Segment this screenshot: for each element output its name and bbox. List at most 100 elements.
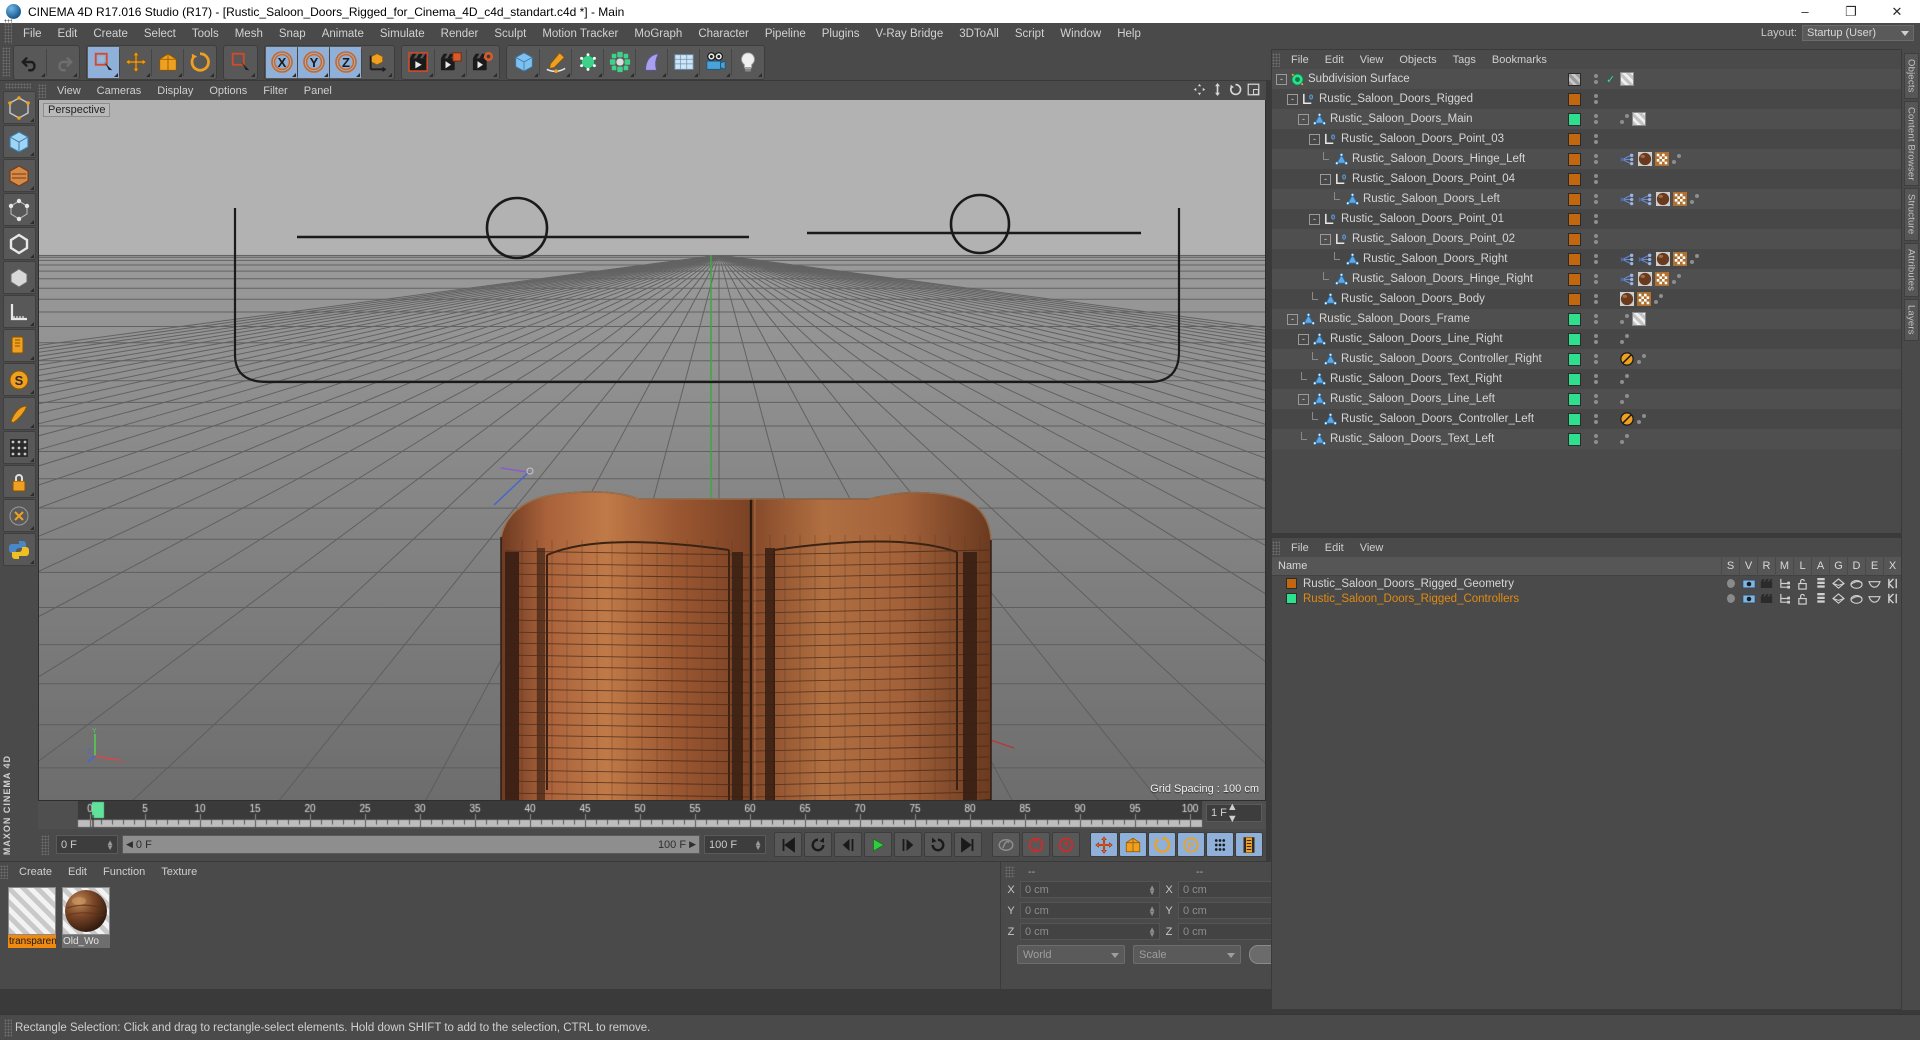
- layer-color-chip[interactable]: [1568, 92, 1581, 106]
- visibility-dots[interactable]: [1594, 214, 1598, 224]
- lock-icon[interactable]: [7, 470, 31, 494]
- rotation-key-icon[interactable]: [1153, 836, 1171, 854]
- expander-toggle[interactable]: -: [1298, 333, 1309, 345]
- object-row[interactable]: Rustic_Saloon_Doors_Body: [1272, 289, 1901, 309]
- scale-key-icon[interactable]: [1124, 836, 1142, 854]
- layer-color-chip[interactable]: [1568, 312, 1581, 326]
- layer-color-chip[interactable]: [1568, 252, 1581, 266]
- lock-open-icon[interactable]: [1793, 576, 1811, 591]
- point-level-anim-icon[interactable]: [1211, 836, 1229, 854]
- right-tab-layers[interactable]: Layers: [1903, 298, 1919, 341]
- texture-mode-icon[interactable]: [7, 164, 31, 188]
- constraint-tag-icon[interactable]: [1620, 273, 1635, 286]
- python-console-button[interactable]: [2, 533, 36, 566]
- visibility-dots[interactable]: [1594, 254, 1598, 264]
- menu-create[interactable]: Create: [85, 26, 136, 42]
- flyout-corner-icon[interactable]: [29, 492, 34, 496]
- visibility-dots[interactable]: [1594, 134, 1598, 144]
- world-coordinate-button[interactable]: [362, 47, 393, 78]
- timeline-scrubber[interactable]: ◀ 0 F 100 F ▶: [122, 835, 700, 854]
- maximize-view-icon[interactable]: [1247, 83, 1260, 96]
- prev-key-icon[interactable]: [809, 836, 827, 854]
- flyout-corner-icon[interactable]: [29, 254, 34, 258]
- viewport-menu-filter[interactable]: Filter: [255, 84, 295, 98]
- layer-color-chip[interactable]: [1568, 112, 1581, 126]
- move-icon[interactable]: [124, 51, 147, 73]
- material-tag-icon[interactable]: [1638, 272, 1652, 286]
- layer-rows[interactable]: Rustic_Saloon_Doors_Rigged_Geometry Rusti…: [1272, 576, 1901, 606]
- layer-name-cell[interactable]: Rustic_Saloon_Doors_Rigged_Controllers: [1272, 593, 1721, 605]
- object-menu-edit[interactable]: Edit: [1317, 53, 1352, 67]
- layer-column-m[interactable]: M: [1775, 556, 1793, 576]
- current-frame-field[interactable]: 0 F ▲ ▼: [56, 835, 118, 854]
- checkerboard-tag-icon[interactable]: [1620, 72, 1634, 86]
- step-forward-icon[interactable]: [899, 836, 917, 854]
- visibility-dots[interactable]: [1594, 194, 1598, 204]
- flyout-corner-icon[interactable]: [29, 288, 34, 292]
- knife-icon[interactable]: [7, 402, 31, 426]
- menu-3dtoall[interactable]: 3DToAll: [951, 26, 1007, 42]
- protection-tag-icon[interactable]: [1620, 352, 1634, 366]
- object-row[interactable]: - Rustic_Saloon_Doors_Line_Left: [1272, 389, 1901, 409]
- autokey-icon[interactable]: [997, 836, 1015, 854]
- layer-color-chip[interactable]: [1568, 392, 1581, 406]
- object-row[interactable]: Rustic_Saloon_Doors_Right: [1272, 249, 1901, 269]
- film-strip-icon[interactable]: [1240, 836, 1258, 854]
- spinner-icon[interactable]: ▲▼: [1148, 905, 1156, 918]
- add-spline-button[interactable]: [540, 47, 571, 78]
- flyout-corner-icon[interactable]: [29, 560, 34, 564]
- layer-color-chip[interactable]: [1568, 232, 1581, 246]
- flyout-corner-icon[interactable]: [630, 72, 634, 77]
- flyout-corner-icon[interactable]: [493, 72, 497, 77]
- dots-tag-icon[interactable]: [1672, 154, 1681, 164]
- visibility-dots[interactable]: [1594, 174, 1598, 184]
- right-tab-content-browser[interactable]: Content Browser: [1903, 100, 1919, 187]
- uv-tool-button[interactable]: [2, 431, 36, 464]
- redo-button[interactable]: [47, 47, 78, 78]
- autokey-button[interactable]: [992, 832, 1020, 857]
- uv-tag-icon[interactable]: [1673, 192, 1687, 206]
- make-editable-button[interactable]: [2, 91, 36, 124]
- flyout-corner-icon[interactable]: [29, 526, 34, 530]
- next-key-icon[interactable]: [929, 836, 947, 854]
- object-row[interactable]: - Rustic_Saloon_Doors_Line_Right: [1272, 329, 1901, 349]
- flyout-corner-icon[interactable]: [29, 186, 34, 190]
- layer-color-chip[interactable]: [1568, 272, 1581, 286]
- flyout-corner-icon[interactable]: [758, 72, 762, 77]
- play-icon[interactable]: [869, 836, 887, 854]
- enabled-check-icon[interactable]: ✓: [1606, 73, 1615, 86]
- layer-color-chip[interactable]: [1568, 152, 1581, 166]
- object-tree[interactable]: - Subdivision Surface ✓ -0 Rustic_Saloon_Doo…: [1272, 69, 1901, 533]
- generator-diamond-icon[interactable]: [1829, 591, 1847, 606]
- camera-icon[interactable]: [705, 51, 727, 73]
- keyframe-question-icon[interactable]: ?: [1057, 836, 1075, 854]
- object-row[interactable]: Rustic_Saloon_Doors_Left: [1272, 189, 1901, 209]
- dots-tag-icon[interactable]: [1637, 414, 1646, 424]
- object-menu-tags[interactable]: Tags: [1445, 53, 1484, 67]
- protection-tag-icon[interactable]: [1620, 412, 1634, 426]
- layer-row[interactable]: Rustic_Saloon_Doors_Rigged_Controllers: [1272, 591, 1901, 606]
- solo-dot-icon[interactable]: [1721, 576, 1739, 591]
- knife-tool-button[interactable]: [2, 397, 36, 430]
- flyout-corner-icon[interactable]: [29, 220, 34, 224]
- expander-toggle[interactable]: -: [1276, 73, 1287, 85]
- expander-toggle[interactable]: -: [1309, 213, 1320, 225]
- snap-s-icon[interactable]: S: [7, 368, 31, 392]
- goto-end-button[interactable]: [954, 832, 982, 857]
- render-view-icon[interactable]: [407, 51, 430, 73]
- constraint-tag-icon[interactable]: [1620, 193, 1635, 206]
- timeline-ruler[interactable]: 1 F ▲ ▼: [38, 801, 1266, 829]
- visibility-dots[interactable]: [1594, 154, 1598, 164]
- menu-mograph[interactable]: MoGraph: [626, 26, 690, 42]
- selection-tool-button[interactable]: [225, 47, 256, 78]
- render-settings-icon[interactable]: [472, 51, 494, 73]
- viewport-3d[interactable]: Perspective Y X Z Grid Spacing : 100 cm: [38, 100, 1266, 801]
- snap-toggle-button[interactable]: S: [2, 363, 36, 396]
- material-menu-edit[interactable]: Edit: [60, 865, 95, 879]
- flyout-corner-icon[interactable]: [534, 72, 538, 77]
- pla-key-icon[interactable]: P: [1182, 836, 1200, 854]
- flyout-corner-icon[interactable]: [292, 72, 296, 77]
- material-menu-texture[interactable]: Texture: [153, 865, 205, 879]
- uv-tag-icon[interactable]: [1673, 252, 1687, 266]
- flyout-corner-icon[interactable]: [388, 72, 392, 77]
